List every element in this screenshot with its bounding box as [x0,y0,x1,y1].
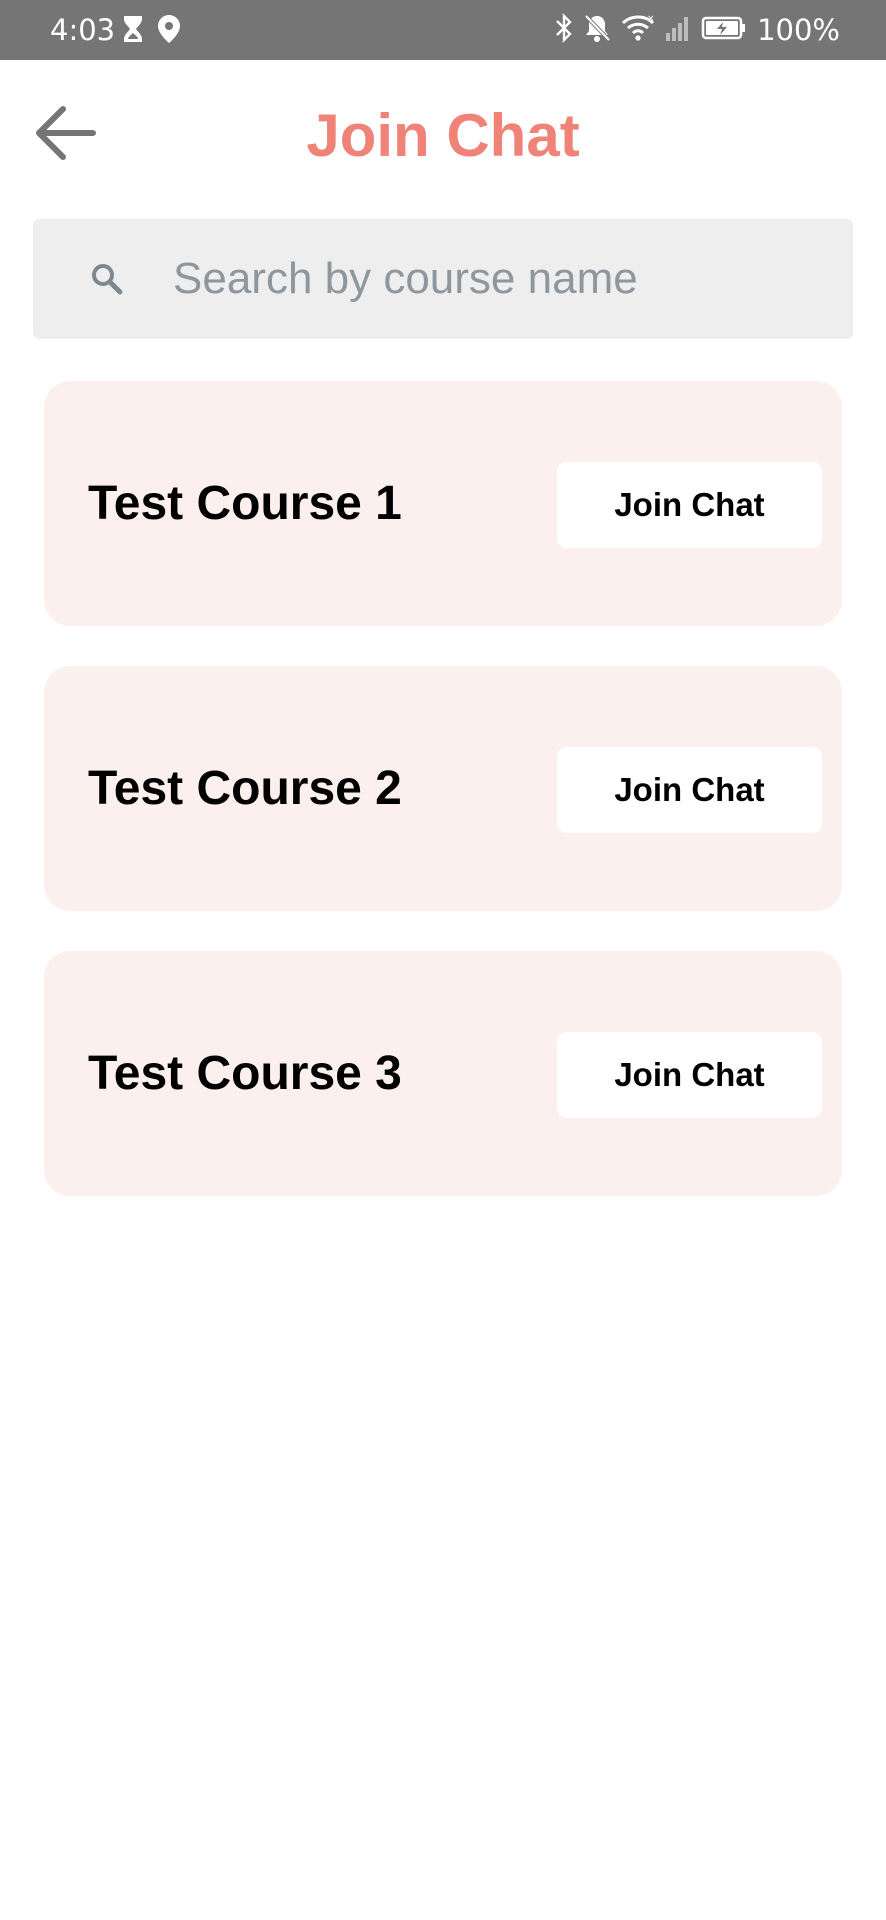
search-input[interactable] [173,249,833,309]
course-list: Test Course 1 Join Chat Test Course 2 Jo… [44,381,842,1236]
course-card: Test Course 3 Join Chat [44,951,842,1196]
status-time: 4:03 [50,13,116,47]
page-title: Join Chat [306,102,580,169]
location-pin-icon [158,15,180,47]
battery-icon [701,13,747,47]
course-card: Test Course 1 Join Chat [44,381,842,626]
bluetooth-icon [555,13,573,47]
status-right-icons: × 100% [555,12,840,48]
svg-text:×: × [647,14,655,24]
signal-icon [665,13,691,47]
search-bar[interactable] [33,219,853,339]
header: Join Chat [0,60,886,220]
search-icon [89,261,125,297]
join-chat-button[interactable]: Join Chat [557,462,822,548]
join-chat-button[interactable]: Join Chat [557,747,822,833]
bell-off-icon [583,13,611,47]
status-left-icons [122,15,180,47]
status-bar: 4:03 × 100% [0,0,886,60]
hourglass-icon [122,15,144,47]
battery-percent: 100% [757,13,840,47]
course-name: Test Course 1 [88,477,402,530]
join-chat-button[interactable]: Join Chat [557,1032,822,1118]
course-card: Test Course 2 Join Chat [44,666,842,911]
course-name: Test Course 2 [88,762,402,815]
wifi-icon: × [621,13,655,47]
course-name: Test Course 3 [88,1047,402,1100]
